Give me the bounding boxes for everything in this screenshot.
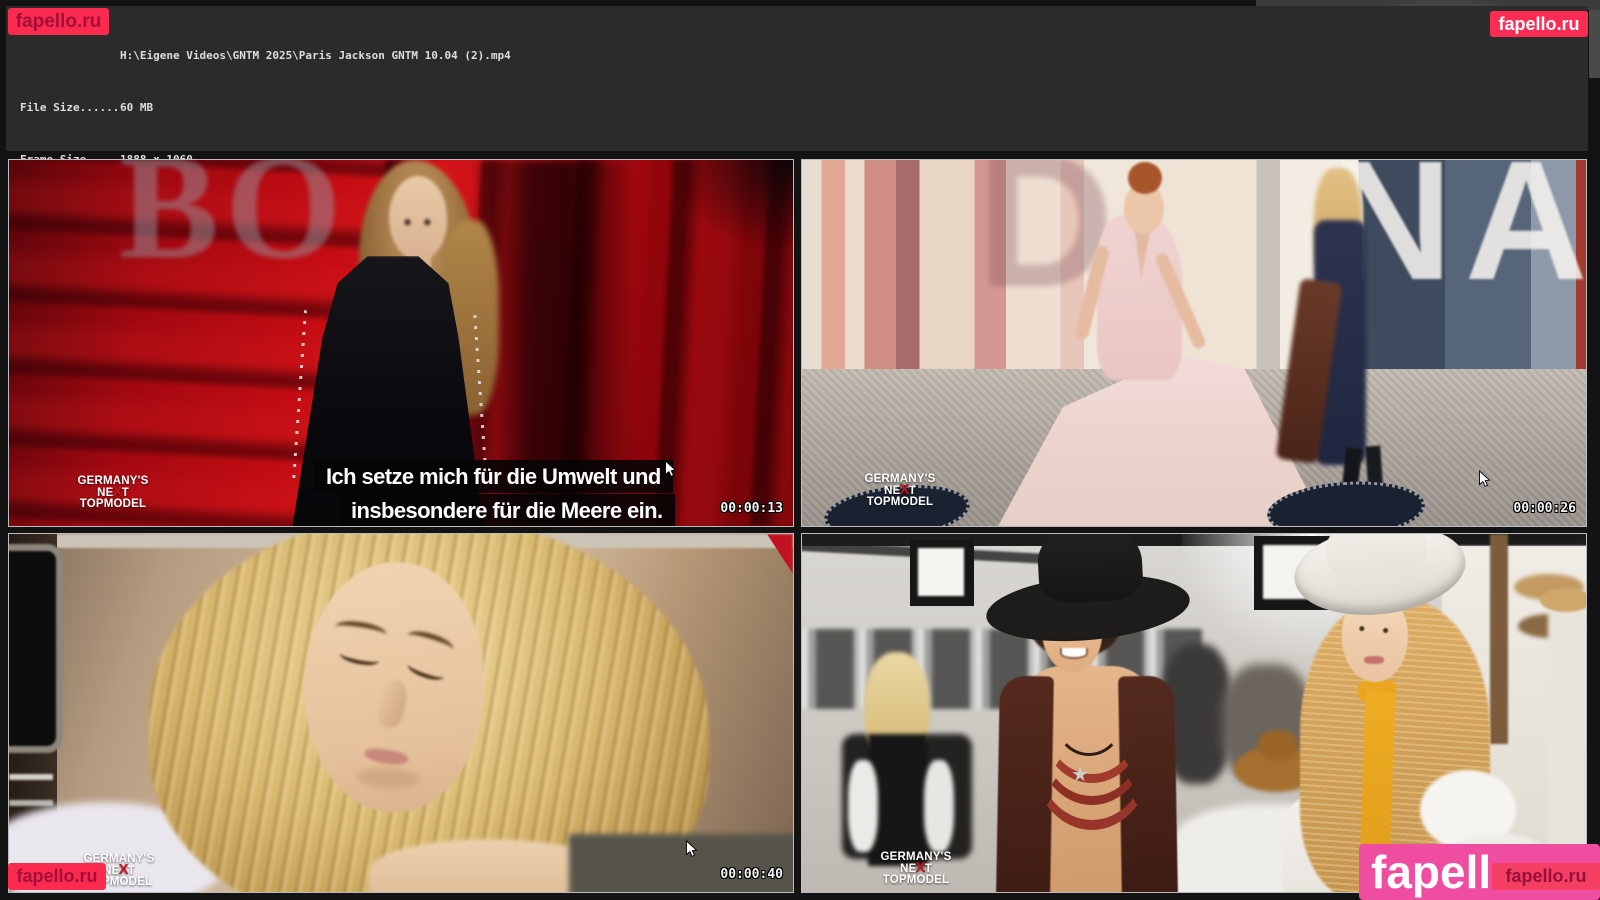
frame2-scene: D NA <box>802 160 1586 526</box>
subtitle-line-2: insbesondere für die Meere ein. <box>339 494 675 527</box>
closed-eye-right <box>406 658 446 684</box>
gntm-logo: GERMANY'S NEXT TOPMODEL <box>872 852 960 886</box>
mouse-cursor-icon <box>1478 470 1491 488</box>
model-face <box>389 176 447 260</box>
video-frame-1: BO Ich setze mich für die Umwelt und ins… <box>8 159 794 527</box>
corner-shadow <box>663 160 793 255</box>
window-frame <box>9 544 63 753</box>
video-frame-4: GERMANY'S NEXT TOPMODEL <box>801 533 1587 893</box>
right-person-white <box>1548 604 1586 846</box>
vent-lines <box>9 774 53 780</box>
mouse-cursor-icon <box>664 460 677 478</box>
brown-hat-crown <box>1258 730 1298 760</box>
gntm-logo: GERMANY'S NEXT TOPMODEL <box>856 474 944 508</box>
lips <box>364 746 410 767</box>
timestamp: 00:00:13 <box>720 501 783 516</box>
watermark-bottom-right: fapello.ru <box>1492 863 1600 890</box>
fur-sleeve-left <box>848 760 878 852</box>
boss-backdrop-letters: BO <box>119 160 348 282</box>
watermark-top-right: fapello.ru <box>1490 11 1588 37</box>
media-info-panel: H:\Eigene Videos\GNTM 2025\Paris Jackson… <box>6 6 1588 151</box>
file-size-value: 60 MB <box>120 101 153 114</box>
necklace-strand-3 <box>1032 686 1152 830</box>
frame3-scene <box>9 534 793 892</box>
paris-hair-bun <box>1128 162 1162 194</box>
file-path-line: H:\Eigene Videos\GNTM 2025\Paris Jackson… <box>20 47 1588 64</box>
mouse-cursor-icon <box>685 840 698 858</box>
gntm-line3: TOPMODEL <box>872 875 960 886</box>
frame4-scene <box>802 534 1586 892</box>
wood-post <box>1490 534 1508 744</box>
man-smile <box>1060 648 1088 659</box>
video-frame-3: GERMANY'S NEXT TOPMODEL 00:00:40 <box>8 533 794 893</box>
closed-eye-left <box>339 646 381 667</box>
watermark-top-left: fapello.ru <box>8 8 109 35</box>
eyebrow-left <box>334 618 388 643</box>
file-path: H:\Eigene Videos\GNTM 2025\Paris Jackson… <box>120 49 511 62</box>
timestamp: 00:00:40 <box>720 867 783 882</box>
chin-shadow <box>357 766 420 789</box>
model-face-features <box>389 176 447 260</box>
nose-shadow <box>375 678 410 730</box>
black-hat-crown <box>1036 534 1144 605</box>
file-size-line: File Size......60 MB <box>20 99 1588 116</box>
woman-lips <box>1364 656 1384 664</box>
softbox-left-panel <box>918 548 964 596</box>
video-frame-2: D NA GERMANY'S NEXT TOPMODEL 00:00:2 <box>801 159 1587 527</box>
backdrop-letters-right: NA <box>1330 160 1586 306</box>
gown-bodice <box>1097 215 1182 380</box>
file-size-label: File Size...... <box>20 99 120 116</box>
dark-clothing <box>569 834 793 892</box>
window-edge-right <box>1589 10 1600 78</box>
gntm-logo: GERMANY'S NEXT TOPMODEL <box>69 476 157 510</box>
gntm-line3: TOPMODEL <box>69 499 157 510</box>
gown-vneck <box>1097 215 1182 380</box>
subtitle-line-1: Ich setze mich für die Umwelt und <box>314 460 673 493</box>
eyebrow-right <box>405 627 456 657</box>
timestamp: 00:00:26 <box>1513 501 1576 516</box>
fur-sleeve-right <box>924 760 954 852</box>
right-person-hat <box>1540 588 1586 612</box>
contact-sheet: H:\Eigene Videos\GNTM 2025\Paris Jackson… <box>0 0 1600 900</box>
watermark-bottom-left: fapello.ru <box>8 863 106 890</box>
gntm-line3: TOPMODEL <box>856 497 944 508</box>
